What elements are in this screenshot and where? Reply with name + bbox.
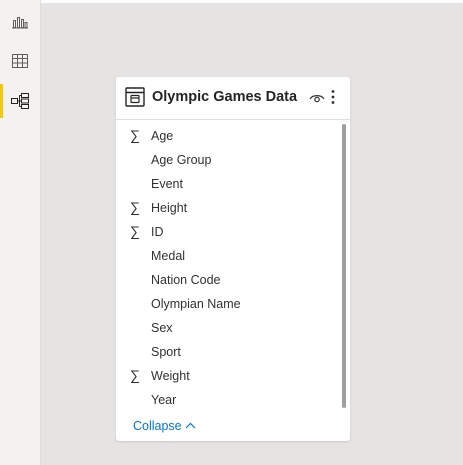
sigma-icon: ∑	[130, 199, 140, 215]
field-label: Age	[151, 129, 174, 143]
table-icon	[125, 87, 145, 112]
field-row-height[interactable]: ∑ Height	[116, 197, 338, 221]
field-label: Weight	[151, 369, 190, 383]
field-row-medal[interactable]: Medal	[116, 245, 338, 269]
field-row-olympian-name[interactable]: Olympian Name	[116, 293, 338, 317]
field-row-age-group[interactable]: Age Group	[116, 149, 338, 173]
field-row-year[interactable]: Year	[116, 389, 338, 413]
bar-chart-icon	[12, 15, 28, 29]
field-row-sex[interactable]: Sex	[116, 317, 338, 341]
sigma-icon: ∑	[130, 127, 140, 143]
table-title: Olympic Games Data	[152, 89, 298, 105]
field-list-scrollbar[interactable]	[342, 124, 346, 408]
field-row-age[interactable]: ∑ Age	[116, 125, 338, 149]
report-view-button[interactable]	[0, 3, 40, 41]
field-label: Sex	[151, 321, 173, 335]
table-card[interactable]: Olympic Games Data ∑ Age Age Group Event…	[116, 77, 350, 441]
field-row-id[interactable]: ∑ ID	[116, 221, 338, 245]
field-label: Medal	[151, 249, 186, 263]
field-row-nation-code[interactable]: Nation Code	[116, 269, 338, 293]
field-row-event[interactable]: Event	[116, 173, 338, 197]
table-card-header[interactable]: Olympic Games Data	[116, 77, 350, 120]
field-row-weight[interactable]: ∑ Weight	[116, 365, 338, 389]
field-label: Event	[151, 177, 183, 191]
field-label: Olympian Name	[151, 297, 241, 311]
collapse-link[interactable]: Collapse	[133, 419, 196, 433]
field-label: Sport	[151, 345, 181, 359]
model-icon	[11, 93, 29, 109]
model-view-app: Olympic Games Data ∑ Age Age Group Event…	[0, 0, 463, 465]
field-label: Age Group	[151, 153, 212, 167]
field-label: Nation Code	[151, 273, 221, 287]
data-view-button[interactable]	[0, 42, 40, 80]
view-rail	[0, 0, 41, 465]
sigma-icon: ∑	[130, 223, 140, 239]
field-row-sport[interactable]: Sport	[116, 341, 338, 365]
more-options-icon[interactable]	[331, 89, 335, 110]
field-label: Height	[151, 201, 188, 215]
model-view-button[interactable]	[0, 82, 40, 120]
chevron-up-icon	[182, 419, 196, 433]
visibility-eye-icon[interactable]	[309, 91, 325, 109]
sigma-icon: ∑	[130, 367, 140, 383]
collapse-label: Collapse	[133, 419, 182, 433]
top-border	[0, 0, 463, 3]
field-label: ID	[151, 225, 164, 239]
table-grid-icon	[12, 54, 28, 68]
field-label: Year	[151, 393, 177, 407]
